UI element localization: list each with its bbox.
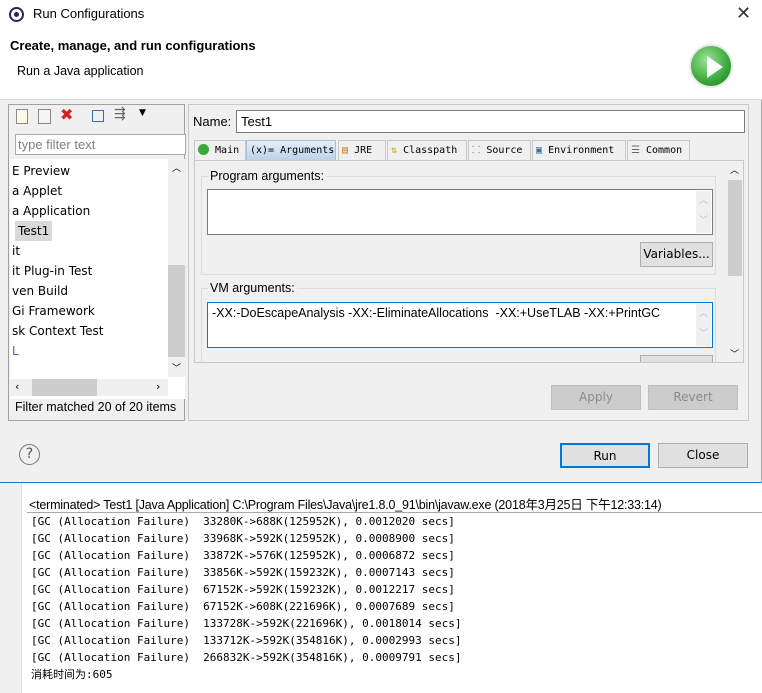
tab-main[interactable]: Main xyxy=(194,140,246,160)
console-line: [GC (Allocation Failure) 133712K->592K(3… xyxy=(31,634,462,647)
tab-environment[interactable]: ▣ Environment xyxy=(532,140,626,160)
config-tree: E Preview a Applet a Application Test1 i… xyxy=(10,159,185,399)
console-line: [GC (Allocation Failure) 33280K->688K(12… xyxy=(31,515,455,528)
filter-status: Filter matched 20 of 20 items xyxy=(15,400,177,414)
tree-item-selected[interactable]: Test1 xyxy=(15,221,53,241)
title-bar: Run Configurations ✕ xyxy=(0,0,762,30)
filter-placeholder: type filter text xyxy=(18,137,96,152)
new-config-icon[interactable] xyxy=(16,109,28,124)
console-line: [GC (Allocation Failure) 133728K->592K(2… xyxy=(31,617,462,630)
program-args-label: Program arguments: xyxy=(208,169,326,183)
collapse-all-icon[interactable] xyxy=(92,110,104,122)
console-gutter xyxy=(0,483,22,693)
config-tree-panel: ✖ ⇶ ▼ type filter text E Preview a Apple… xyxy=(8,104,186,421)
tab-common[interactable]: ☰ Common xyxy=(627,140,690,160)
program-variables-button[interactable]: Variables... xyxy=(640,242,713,267)
vm-args-value: -XX:-DoEscapeAnalysis -XX:-EliminateAllo… xyxy=(212,306,661,320)
program-args-input[interactable]: ︿ ﹀ xyxy=(207,189,713,235)
help-button[interactable]: ? xyxy=(19,444,40,465)
arguments-tab-icon: (x)= xyxy=(250,145,275,156)
main-tab-icon xyxy=(198,144,209,155)
tab-classpath[interactable]: ⇅ Classpath xyxy=(387,140,467,160)
run-button[interactable]: Run xyxy=(560,443,650,468)
filter-menu-chevron-icon[interactable]: ▼ xyxy=(139,108,146,118)
name-value: Test1 xyxy=(241,114,273,129)
common-tab-icon: ☰ xyxy=(631,145,640,156)
run-icon xyxy=(689,44,733,88)
tab-jre[interactable]: ▤ JRE xyxy=(338,140,386,160)
revert-button[interactable]: Revert xyxy=(648,385,738,410)
console-line: [GC (Allocation Failure) 266832K->592K(3… xyxy=(31,651,462,664)
tree-vertical-scrollbar[interactable]: ︿ ﹀ xyxy=(168,159,185,377)
apply-button[interactable]: Apply xyxy=(551,385,641,410)
environment-tab-icon: ▣ xyxy=(536,145,543,156)
console-header: <terminated> Test1 [Java Application] C:… xyxy=(29,498,662,512)
tree-item[interactable]: a Application xyxy=(12,201,90,221)
tree-item[interactable]: it xyxy=(12,241,20,261)
console-line: [GC (Allocation Failure) 33872K->576K(12… xyxy=(31,549,455,562)
filter-icon[interactable]: ⇶ xyxy=(114,106,126,122)
tab-source[interactable]: ⸬ Source xyxy=(468,140,531,160)
console-line: [GC (Allocation Failure) 33856K->592K(15… xyxy=(31,566,455,579)
window-title: Run Configurations xyxy=(33,6,145,21)
name-input[interactable]: Test1 xyxy=(236,110,745,133)
jre-tab-icon: ▤ xyxy=(342,145,349,156)
tree-item[interactable]: L xyxy=(12,341,19,361)
tree-item[interactable]: a Applet xyxy=(12,181,62,201)
tab-content-scrollbar[interactable]: ︿ ﹀ xyxy=(726,161,743,362)
vm-args-label: VM arguments: xyxy=(208,281,297,295)
duplicate-icon[interactable] xyxy=(38,109,51,124)
run-configurations-dialog: Run Configurations ✕ Create, manage, and… xyxy=(0,0,762,483)
header-subtitle: Run a Java application xyxy=(17,64,144,78)
close-button[interactable]: Close xyxy=(658,443,748,468)
tree-item[interactable]: ven Build xyxy=(12,281,68,301)
source-tab-icon: ⸬ xyxy=(472,145,481,156)
eclipse-icon xyxy=(9,7,24,22)
close-window-icon[interactable]: ✕ xyxy=(736,3,751,24)
tree-item[interactable]: Gi Framework xyxy=(12,301,95,321)
header-title: Create, manage, and run configurations xyxy=(10,38,256,53)
console-line: [GC (Allocation Failure) 67152K->608K(22… xyxy=(31,600,455,613)
tree-item[interactable]: it Plug-in Test xyxy=(12,261,92,281)
name-label: Name: xyxy=(193,114,232,129)
classpath-tab-icon: ⇅ xyxy=(391,145,398,156)
dialog-header: Create, manage, and run configurations R… xyxy=(0,30,762,100)
filter-input[interactable]: type filter text xyxy=(15,134,186,155)
delete-icon[interactable]: ✖ xyxy=(60,105,73,124)
vm-args-input[interactable]: -XX:-DoEscapeAnalysis -XX:-EliminateAllo… xyxy=(207,302,713,348)
console-line: [GC (Allocation Failure) 33968K->592K(12… xyxy=(31,532,455,545)
console-line: 消耗时间为:605 xyxy=(31,668,113,681)
tree-item[interactable]: E Preview xyxy=(12,161,70,181)
tab-arguments[interactable]: (x)= Arguments xyxy=(246,140,336,160)
vm-variables-button[interactable] xyxy=(640,355,713,362)
tree-item[interactable]: sk Context Test xyxy=(12,321,103,341)
tree-horizontal-scrollbar[interactable]: ‹ › xyxy=(10,379,168,396)
console-line: [GC (Allocation Failure) 67152K->592K(15… xyxy=(31,583,455,596)
tab-content: Program arguments: ︿ ﹀ Variables... VM ar… xyxy=(194,160,744,363)
